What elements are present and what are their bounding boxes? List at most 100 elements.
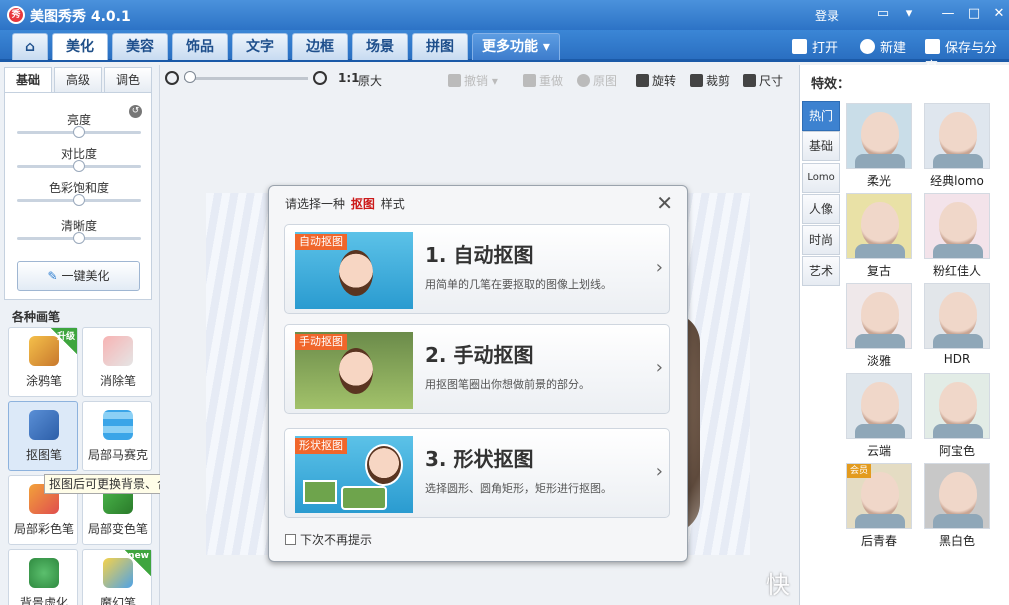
- baby-portrait: [939, 112, 977, 158]
- brush-graffiti[interactable]: 涂鸦笔 升级: [8, 327, 78, 397]
- dialog-title: 请选择一种 抠图 样式: [285, 195, 405, 212]
- category-basic[interactable]: 基础: [802, 131, 840, 161]
- watermark: 快: [766, 571, 790, 599]
- actual-size-label[interactable]: 原大: [358, 72, 382, 89]
- sharpness-slider[interactable]: [17, 232, 141, 244]
- login-link[interactable]: 登录: [815, 7, 839, 24]
- option-auto-cutout[interactable]: 自动抠图 1. 自动抠图 用简单的几笔在要抠取的图像上划线。 ›: [284, 224, 670, 314]
- rotate-icon: [636, 74, 649, 87]
- brush-magic[interactable]: 魔幻笔 new: [82, 549, 152, 605]
- brush-eraser[interactable]: 消除笔: [82, 327, 152, 397]
- slider-knob[interactable]: [73, 126, 85, 138]
- tab-collage[interactable]: 拼图: [412, 33, 468, 60]
- dont-show-label: 下次不再提示: [300, 533, 373, 547]
- option-manual-cutout[interactable]: 手动抠图 2. 手动抠图 用抠图笔圈出你想做前景的部分。 ›: [284, 324, 670, 414]
- resize-label: 尺寸: [759, 74, 784, 88]
- new-button[interactable]: 新建: [860, 37, 906, 56]
- effect-thumbnail[interactable]: [924, 103, 990, 169]
- dialog-close-icon[interactable]: ✕: [656, 191, 673, 215]
- effect-label: 黑白色: [938, 534, 975, 548]
- effect-thumbnail[interactable]: [924, 373, 990, 439]
- option-shape-cutout[interactable]: 形状抠图 3. 形状抠图 选择圆形、圆角矩形，矩形进行抠图。 ›: [284, 428, 670, 518]
- effect-thumbnail[interactable]: [846, 193, 912, 259]
- tab-beautify[interactable]: 美化: [52, 33, 108, 60]
- tab-text[interactable]: 文字: [232, 33, 288, 60]
- contrast-slider[interactable]: [17, 160, 141, 172]
- brush-label: 局部马赛克: [87, 448, 148, 462]
- option-desc: 选择圆形、圆角矩形，矩形进行抠图。: [425, 482, 612, 495]
- effect-thumbnail[interactable]: [846, 103, 912, 169]
- resize-icon: [743, 74, 756, 87]
- subtab-advanced[interactable]: 高级: [54, 67, 102, 93]
- tab-border[interactable]: 边框: [292, 33, 348, 60]
- original-label: 原图: [593, 74, 618, 88]
- effect-label: 淡雅: [866, 354, 891, 368]
- option-tag: 自动抠图: [295, 234, 347, 250]
- original-button[interactable]: 原图: [577, 72, 617, 89]
- brush-background-blur[interactable]: 背景虚化: [8, 549, 78, 605]
- tab-accessories[interactable]: 饰品: [172, 33, 228, 60]
- zoom-knob[interactable]: [184, 71, 196, 83]
- baby-portrait: [939, 472, 977, 518]
- tab-home[interactable]: ⌂: [12, 33, 48, 60]
- portrait-face: [339, 348, 373, 394]
- one-click-beautify-button[interactable]: ✎ 一键美化: [17, 261, 140, 291]
- crop-button[interactable]: 裁剪: [690, 72, 730, 89]
- category-fashion[interactable]: 时尚: [802, 225, 840, 255]
- brush-cutout[interactable]: 抠图笔: [8, 401, 78, 471]
- subtab-basic[interactable]: 基础: [4, 67, 52, 93]
- resize-button[interactable]: 尺寸: [743, 72, 783, 89]
- zoom-in-icon[interactable]: [313, 71, 327, 85]
- category-portrait[interactable]: 人像: [802, 194, 840, 224]
- baby-portrait: [861, 472, 899, 518]
- saturation-slider[interactable]: [17, 194, 141, 206]
- brightness-slider[interactable]: [17, 126, 141, 138]
- effect-thumbnail[interactable]: [846, 373, 912, 439]
- dont-show-again[interactable]: 下次不再提示: [285, 531, 372, 548]
- baby-clothes: [933, 424, 983, 438]
- feedback-icon[interactable]: ▭: [874, 5, 892, 23]
- close-icon[interactable]: ✕: [990, 5, 1008, 23]
- checkbox[interactable]: [285, 534, 296, 545]
- brush-mosaic[interactable]: 局部马赛克: [82, 401, 152, 471]
- zoom-slider[interactable]: [184, 77, 308, 80]
- option-desc: 用抠图笔圈出你想做前景的部分。: [425, 378, 590, 391]
- subtab-color[interactable]: 调色: [104, 67, 152, 93]
- category-art[interactable]: 艺术: [802, 256, 840, 286]
- portrait-face: [339, 250, 373, 296]
- brush-label: 局部彩色笔: [13, 522, 74, 536]
- undo-button[interactable]: 撤销 ▾: [448, 72, 498, 89]
- baby-portrait: [939, 382, 977, 428]
- zoom-out-icon[interactable]: [165, 71, 179, 85]
- dialog-title-highlight: 抠图: [350, 197, 375, 211]
- category-hot[interactable]: 热门: [802, 101, 840, 131]
- minimize-icon[interactable]: —: [939, 5, 957, 23]
- undo-label: 撤销: [464, 74, 489, 88]
- effect-thumbnail[interactable]: 会员: [846, 463, 912, 529]
- vip-badge: 会员: [847, 464, 871, 478]
- tab-more-features[interactable]: 更多功能 ▾: [472, 33, 560, 60]
- manual-cutout-thumbnail: 手动抠图: [295, 332, 413, 409]
- tab-scene[interactable]: 场景: [352, 33, 408, 60]
- slider-knob[interactable]: [73, 232, 85, 244]
- rotate-button[interactable]: 旋转: [636, 72, 676, 89]
- effect-label: 云端: [866, 444, 891, 458]
- actual-size-ratio[interactable]: 1:1: [338, 71, 360, 85]
- menu-icon[interactable]: ▾: [900, 5, 918, 23]
- slider-knob[interactable]: [73, 194, 85, 206]
- option-tag: 形状抠图: [295, 438, 347, 454]
- canvas-area: 1:1 原大 撤销 ▾ 重做 原图 旋转 裁剪 尺寸 请选择一种 抠图 样式 ✕…: [160, 65, 798, 605]
- maximize-icon[interactable]: □: [965, 5, 983, 23]
- slider-knob[interactable]: [73, 160, 85, 172]
- category-lomo[interactable]: Lomo: [802, 163, 840, 193]
- effect-thumbnail[interactable]: [924, 463, 990, 529]
- baby-portrait: [861, 382, 899, 428]
- tab-beauty[interactable]: 美容: [112, 33, 168, 60]
- open-button[interactable]: 打开: [792, 37, 838, 56]
- redo-button[interactable]: 重做: [523, 72, 563, 89]
- effect-thumbnail[interactable]: [924, 283, 990, 349]
- brush-label: 魔幻笔: [99, 596, 136, 605]
- effect-thumbnail[interactable]: [846, 283, 912, 349]
- effect-thumbnail[interactable]: [924, 193, 990, 259]
- title-bar: 秀 美图秀秀 4.0.1 登录 ▭ ▾ — □ ✕: [0, 0, 1009, 30]
